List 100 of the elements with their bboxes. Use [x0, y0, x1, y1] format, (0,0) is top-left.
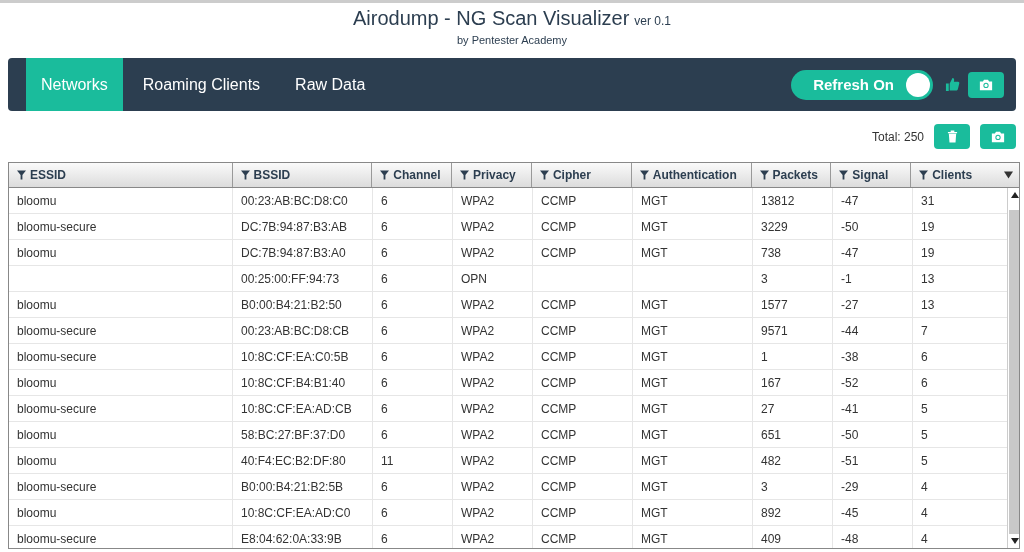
table-cell: bloomu — [9, 500, 233, 525]
table-cell: B0:00:B4:21:B2:5B — [233, 474, 373, 499]
nav-tab[interactable]: Roaming Clients — [127, 58, 276, 111]
column-header[interactable]: ESSID — [9, 163, 233, 187]
table-cell-text: 5 — [920, 400, 929, 418]
table-cell: MGT — [633, 188, 753, 213]
table-cell: WPA2 — [453, 474, 533, 499]
table-cell: -50 — [833, 214, 913, 239]
filter-icon[interactable] — [839, 170, 849, 180]
table-cell: 6 — [373, 214, 453, 239]
table-cell: MGT — [633, 474, 753, 499]
column-header[interactable]: Cipher — [531, 163, 632, 187]
table-cell: bloomu — [9, 448, 233, 473]
table-cell: MGT — [633, 500, 753, 525]
table-cell: MGT — [633, 240, 753, 265]
table-cell: -48 — [833, 526, 913, 548]
table-cell: CCMP — [533, 370, 633, 395]
table-cell: CCMP — [533, 526, 633, 548]
table-cell: 1 — [753, 344, 833, 369]
table-cell: 27 — [753, 396, 833, 421]
table-cell: 6 — [373, 500, 453, 525]
nav-tab[interactable]: Raw Data — [280, 58, 381, 111]
table-cell: 6 — [373, 422, 453, 447]
column-header[interactable]: Channel — [372, 163, 453, 187]
table-cell: WPA2 — [453, 526, 533, 548]
table-cell-text: 13 — [920, 296, 936, 314]
table-cell: 10:8C:CF:B4:B1:40 — [233, 370, 373, 395]
filter-icon[interactable] — [539, 170, 549, 180]
table-cell: 6 — [373, 474, 453, 499]
sort-caret-icon[interactable] — [1004, 171, 1013, 179]
table-cell: 13812 — [753, 188, 833, 213]
table-cell: MGT — [633, 344, 753, 369]
table-cell: WPA2 — [453, 318, 533, 343]
table-cell: DC:7B:94:87:B3:A0 — [233, 240, 373, 265]
filter-icon[interactable] — [919, 170, 929, 180]
table-cell: 6 — [373, 292, 453, 317]
table-cell: WPA2 — [453, 448, 533, 473]
table-cell: WPA2 — [453, 344, 533, 369]
table-cell: 00:23:AB:BC:D8:CB — [233, 318, 373, 343]
column-header[interactable]: BSSID — [232, 163, 373, 187]
table-cell: bloomu-secure — [9, 318, 233, 343]
table-cell: 482 — [753, 448, 833, 473]
filter-icon[interactable] — [240, 170, 250, 180]
table-cell: CCMP — [533, 318, 633, 343]
table-cell: bloomu — [9, 188, 233, 213]
table-cell: -27 — [833, 292, 913, 317]
table-cell: 00:25:00:FF:94:73 — [233, 266, 373, 291]
table-cell: 6 — [373, 188, 453, 213]
table-cell: WPA2 — [453, 422, 533, 447]
table-cell: WPA2 — [453, 188, 533, 213]
table-cell: 58:BC:27:BF:37:D0 — [233, 422, 373, 447]
total-count: Total: 250 — [871, 129, 924, 144]
table-cell: 3 — [753, 474, 833, 499]
version-label: ver 0.1 — [634, 14, 672, 28]
table-cell: B0:00:B4:21:B2:50 — [233, 292, 373, 317]
table-cell: CCMP — [533, 344, 633, 369]
table-cell: WPA2 — [453, 292, 533, 317]
table-cell: -47 — [833, 240, 913, 265]
table-cell: MGT — [633, 370, 753, 395]
table-cell: CCMP — [533, 188, 633, 213]
table-cell: -51 — [833, 448, 913, 473]
table-cell: bloomu — [9, 292, 233, 317]
table-cell: 651 — [753, 422, 833, 447]
camera-icon — [978, 77, 994, 92]
table-cell-text: 6 — [920, 348, 929, 366]
table-cell: 6 — [373, 370, 453, 395]
table-cell: MGT — [633, 526, 753, 548]
table-cell: 9571 — [753, 318, 833, 343]
table-cell: 3 — [753, 266, 833, 291]
column-header[interactable]: Privacy — [452, 163, 532, 187]
scrollbar[interactable] — [1007, 188, 1019, 548]
column-header[interactable]: Signal — [831, 163, 912, 187]
table-cell: WPA2 — [453, 500, 533, 525]
table-cell: E8:04:62:0A:33:9B — [233, 526, 373, 548]
table-cell: MGT — [633, 214, 753, 239]
table-cell: CCMP — [533, 240, 633, 265]
table-cell: 409 — [753, 526, 833, 548]
table-cell: 00:23:AB:BC:D8:C0 — [233, 188, 373, 213]
page-subtitle: by Pentester Academy — [456, 34, 568, 46]
column-header[interactable]: Clients — [911, 163, 1019, 187]
filter-icon[interactable] — [639, 170, 649, 180]
table-cell-text: 7 — [920, 322, 929, 340]
table-cell: -47 — [833, 188, 913, 213]
table-cell-text: 4 — [920, 530, 929, 548]
filter-icon[interactable] — [380, 170, 390, 180]
column-header[interactable]: Packets — [751, 163, 832, 187]
camera-button[interactable] — [968, 71, 1004, 98]
table-cell: 3229 — [753, 214, 833, 239]
filter-icon[interactable] — [759, 170, 769, 180]
filter-icon[interactable] — [17, 170, 26, 180]
table-cell: CCMP — [533, 214, 633, 239]
table-cell: WPA2 — [453, 396, 533, 421]
table-cell: MGT — [633, 396, 753, 421]
table-cell-text: 4 — [920, 478, 929, 496]
thumbs-up-icon[interactable] — [945, 77, 960, 92]
table-cell: bloomu-secure — [9, 526, 233, 548]
table-cell: CCMP — [533, 422, 633, 447]
table-cell: bloomu-secure — [9, 474, 233, 499]
column-header[interactable]: Authentication — [631, 163, 752, 187]
filter-icon[interactable] — [460, 170, 470, 180]
